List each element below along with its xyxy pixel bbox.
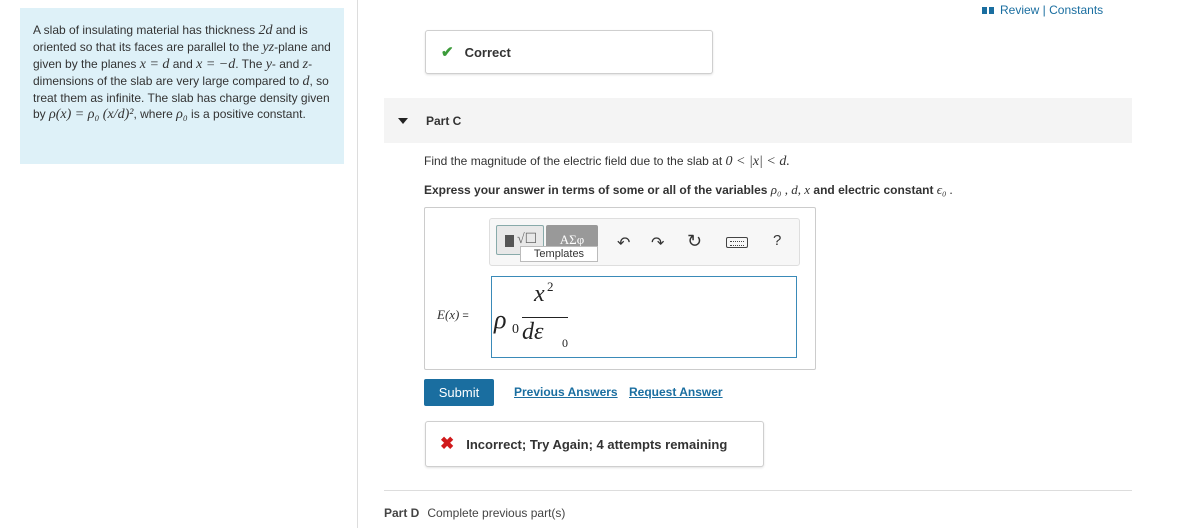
answer-editor: √☐ ΑΣφ Templates ↶ ↷ ↻ ? E(x) = ρ 0 x 2 … <box>424 207 816 370</box>
answer-rho-subscript: 0 <box>512 322 519 337</box>
part-c-title: Part C <box>426 113 462 128</box>
answer-label-math: E(x) <box>437 307 460 322</box>
request-answer-link[interactable]: Request Answer <box>629 385 723 399</box>
undo-icon[interactable]: ↶ <box>617 233 630 253</box>
reset-icon[interactable]: ↻ <box>687 231 702 252</box>
express-and: and electric constant <box>810 183 937 197</box>
question-math: 0 < |x| < d. <box>725 154 790 169</box>
part-d-status: Complete previous part(s) <box>427 506 566 520</box>
answer-denominator-subscript: 0 <box>562 336 568 350</box>
problem-math: ρ(x) = ρ₀ (x/d)² <box>49 107 134 122</box>
correct-feedback: ✔ Correct <box>425 30 713 74</box>
caret-down-icon[interactable] <box>398 117 408 124</box>
check-icon: ✔ <box>441 44 454 61</box>
question-prefix: Find the magnitude of the electric field… <box>424 154 726 168</box>
part-d-title: Part D <box>384 506 420 520</box>
review-constants-link[interactable]: Review | Constants <box>982 3 1103 17</box>
problem-math: 2d <box>258 23 273 38</box>
answer-numerator-exponent: 2 <box>547 279 554 294</box>
answer-denominator: dε <box>522 319 544 345</box>
answer-label: E(x) = <box>437 307 469 323</box>
math-toolbar: √☐ ΑΣφ Templates ↶ ↷ ↻ ? <box>489 218 800 266</box>
problem-text-segment: A slab of insulating material has thickn… <box>33 23 259 37</box>
review-constants-label[interactable]: Review | Constants <box>1000 3 1103 17</box>
correct-label: Correct <box>464 44 511 60</box>
keyboard-icon[interactable] <box>726 237 748 248</box>
review-icon <box>982 6 994 14</box>
part-c-header[interactable]: Part C <box>384 98 1132 143</box>
part-d-divider <box>384 490 1132 491</box>
vertical-divider <box>357 0 358 528</box>
problem-math: x = −d <box>196 57 236 72</box>
answer-numerator: x <box>534 281 545 307</box>
problem-text-segment: , where <box>133 107 177 121</box>
templates-tooltip: Templates <box>520 246 598 262</box>
express-instruction: Express your answer in terms of some or … <box>424 182 953 198</box>
question-text: Find the magnitude of the electric field… <box>424 154 790 170</box>
problem-math: x = d <box>139 57 170 72</box>
redo-icon[interactable]: ↷ <box>651 233 664 253</box>
problem-text: A slab of insulating material has thickn… <box>33 22 334 123</box>
part-d-row[interactable]: Part D Complete previous part(s) <box>384 506 565 520</box>
fraction-bar <box>522 317 568 318</box>
problem-text-segment: and <box>169 57 197 71</box>
answer-rho: ρ <box>494 305 507 334</box>
submit-button[interactable]: Submit <box>424 379 494 406</box>
problem-text-segment: . The <box>235 57 266 71</box>
problem-text-segment: - and <box>271 57 303 71</box>
problem-math: yz <box>262 40 275 55</box>
express-const: ϵ₀ . <box>936 182 954 197</box>
problem-panel: A slab of insulating material has thickn… <box>20 8 344 164</box>
answer-label-equals: = <box>459 310 469 322</box>
problem-text-segment: is a positive constant. <box>187 107 306 121</box>
problem-math: ρ₀ <box>176 107 188 122</box>
help-icon[interactable]: ? <box>773 232 781 249</box>
express-prefix: Express your answer in terms of some or … <box>424 183 771 197</box>
incorrect-feedback: ✖ Incorrect; Try Again; 4 attempts remai… <box>425 421 764 467</box>
x-icon: ✖ <box>440 434 455 453</box>
incorrect-label: Incorrect; Try Again; 4 attempts remaini… <box>466 436 728 452</box>
previous-answers-link[interactable]: Previous Answers <box>514 385 618 399</box>
math-input-field[interactable]: ρ 0 x 2 dε 0 <box>491 276 797 358</box>
express-vars: ρ₀ , d, x <box>770 182 811 197</box>
